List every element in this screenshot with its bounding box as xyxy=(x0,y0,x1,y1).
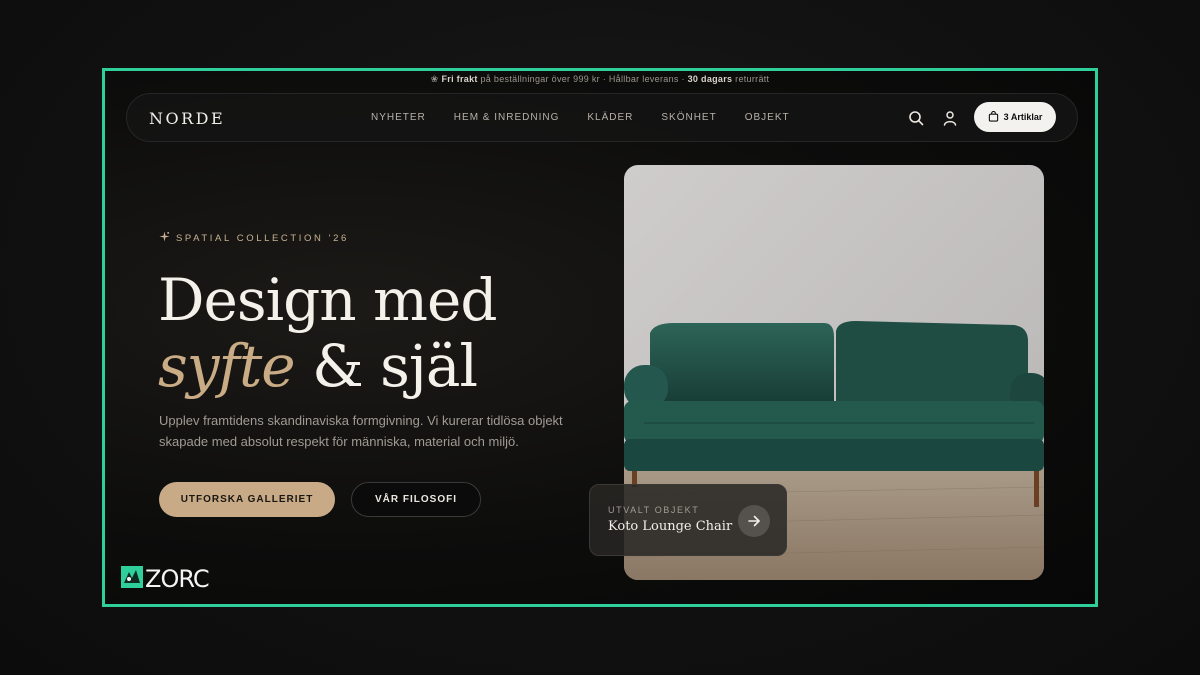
leaf-icon: ❀ xyxy=(430,74,439,84)
philosophy-button[interactable]: VÅR FILOSOFI xyxy=(351,482,481,517)
nav-item-objekt[interactable]: OBJEKT xyxy=(745,112,790,123)
kicker-text: SPATIAL COLLECTION '26 xyxy=(176,232,349,244)
search-icon[interactable] xyxy=(906,108,926,128)
headline-accent: syfte xyxy=(158,332,296,400)
featured-name: Koto Lounge Chair xyxy=(608,519,733,534)
featured-product-card[interactable]: UTVALT OBJEKT Koto Lounge Chair xyxy=(589,484,787,556)
nav-icon-group xyxy=(906,108,960,128)
announce-bold-1: Fri frakt xyxy=(441,74,478,84)
main-navbar: NORDE NYHETER HEM & INREDNING KLÄDER SKÖ… xyxy=(126,93,1078,142)
page-frame: ❀ Fri frakt på beställningar över 999 kr … xyxy=(102,68,1098,607)
nav-item-nyheter[interactable]: NYHETER xyxy=(371,112,426,123)
zorc-logo-text: ZORC xyxy=(145,565,210,593)
hero-description: Upplev framtidens skandinaviska formgivn… xyxy=(159,413,563,449)
arrow-right-icon[interactable] xyxy=(738,505,770,537)
announce-bold-2: 30 dagars xyxy=(687,74,733,84)
cart-button[interactable]: 3 Artiklar xyxy=(974,102,1056,132)
nav-item-klader[interactable]: KLÄDER xyxy=(587,112,633,123)
hero-headline: Design med syfte & själ xyxy=(158,266,498,399)
announce-text-2: returrätt xyxy=(732,74,770,84)
headline-line-2: syfte & själ xyxy=(158,333,497,399)
headline-rest: & själ xyxy=(294,332,478,400)
hero-kicker: SPATIAL COLLECTION '26 xyxy=(159,231,349,245)
cart-label: 3 Artiklar xyxy=(1003,112,1043,122)
headline-line-1: Design med xyxy=(158,266,498,334)
user-icon[interactable] xyxy=(940,108,960,128)
bag-icon xyxy=(988,110,999,124)
zorc-logo-icon xyxy=(121,565,143,593)
nav-item-skonhet[interactable]: SKÖNHET xyxy=(661,112,716,123)
brand-logo[interactable]: NORDE xyxy=(149,109,225,128)
announce-text-1: på beställningar över 999 kr · Hållbar l… xyxy=(477,74,688,84)
announcement-bar: ❀ Fri frakt på beställningar över 999 kr … xyxy=(105,74,1095,88)
sparkle-icon xyxy=(159,231,170,245)
zorc-watermark: ZORC xyxy=(121,565,210,593)
nav-item-hem-inredning[interactable]: HEM & INREDNING xyxy=(454,112,560,123)
featured-label: UTVALT OBJEKT xyxy=(608,505,700,515)
explore-gallery-button[interactable]: UTFORSKA GALLERIET xyxy=(159,482,335,517)
nav-menu: NYHETER HEM & INREDNING KLÄDER SKÖNHET O… xyxy=(371,112,818,123)
